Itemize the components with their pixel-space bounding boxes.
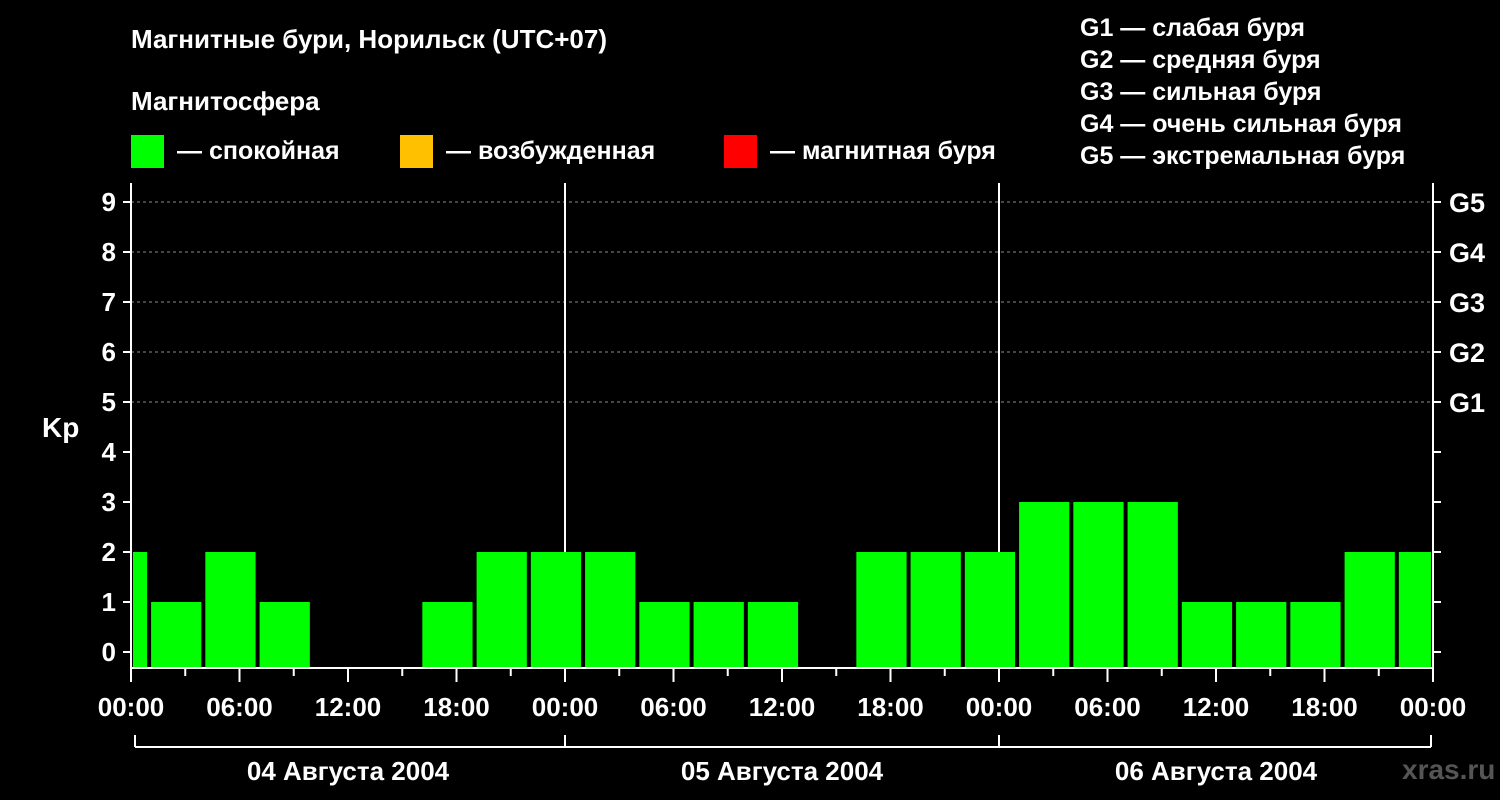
- day-label: 06 Августа 2004: [1115, 756, 1318, 786]
- x-tick-label: 12:00: [1183, 692, 1250, 722]
- y-tick-label: 2: [102, 537, 116, 567]
- kp-bar: [1344, 552, 1395, 668]
- kp-bar: [639, 602, 690, 668]
- y-axis-label: Kp: [42, 412, 79, 443]
- kp-bar: [151, 602, 202, 668]
- kp-bar: [1290, 602, 1341, 668]
- y-tick-label: 0: [102, 637, 116, 667]
- y-tick-label: 3: [102, 487, 116, 517]
- x-tick-label: 00:00: [532, 692, 599, 722]
- kp-bar: [964, 552, 1016, 668]
- x-tick-label: 06:00: [640, 692, 707, 722]
- y-tick-label: 6: [102, 337, 116, 367]
- x-tick-label: 12:00: [315, 692, 382, 722]
- day-label: 04 Августа 2004: [247, 756, 450, 786]
- kp-bar: [422, 602, 473, 668]
- x-tick-label: 18:00: [857, 692, 924, 722]
- y-tick-label: 7: [102, 287, 116, 317]
- x-tick-label: 00:00: [98, 692, 165, 722]
- day-label: 05 Августа 2004: [681, 756, 884, 786]
- x-tick-label: 06:00: [206, 692, 273, 722]
- y-tick-label: 4: [102, 437, 117, 467]
- kp-bar: [856, 552, 907, 668]
- y-tick-label: 5: [102, 387, 116, 417]
- kp-bar: [585, 552, 636, 668]
- x-tick-label: 00:00: [1400, 692, 1467, 722]
- x-tick-label: 06:00: [1074, 692, 1141, 722]
- kp-bar: [476, 552, 527, 668]
- x-tick-label: 00:00: [966, 692, 1033, 722]
- kp-bar: [693, 602, 744, 668]
- kp-bar: [910, 552, 961, 668]
- x-tick-label: 18:00: [1291, 692, 1358, 722]
- kp-chart: 0 1 2 3 4 5 6 7 8 9 G1 G2 G3 G4 G5 Kp 00:00 06:00 12:00 18:…: [42, 183, 1485, 786]
- kp-bar: [1181, 602, 1233, 668]
- y-tick-label: 1: [102, 587, 116, 617]
- x-tick-label: 18:00: [423, 692, 490, 722]
- kp-bar: [259, 602, 310, 668]
- kp-bar: [1073, 502, 1124, 668]
- y-tick-label: 8: [102, 237, 116, 267]
- g-tick-label-g1: G1: [1449, 388, 1485, 418]
- g-tick-label-g4: G4: [1449, 238, 1485, 268]
- g-tick-label-g2: G2: [1449, 338, 1485, 368]
- kp-bar: [1236, 602, 1287, 668]
- x-tick-label: 12:00: [749, 692, 816, 722]
- y-tick-label: 9: [102, 187, 116, 217]
- kp-bar: [1127, 502, 1178, 668]
- kp-bar: [205, 552, 256, 668]
- kp-bar: [530, 552, 582, 668]
- kp-bar: [747, 602, 799, 668]
- watermark: xras.ru: [1402, 754, 1496, 785]
- kp-bar: [1398, 552, 1431, 668]
- g-tick-label-g5: G5: [1449, 188, 1485, 218]
- kp-bar: [1019, 502, 1070, 668]
- kp-bar: [133, 552, 148, 668]
- g-tick-label-g3: G3: [1449, 288, 1485, 318]
